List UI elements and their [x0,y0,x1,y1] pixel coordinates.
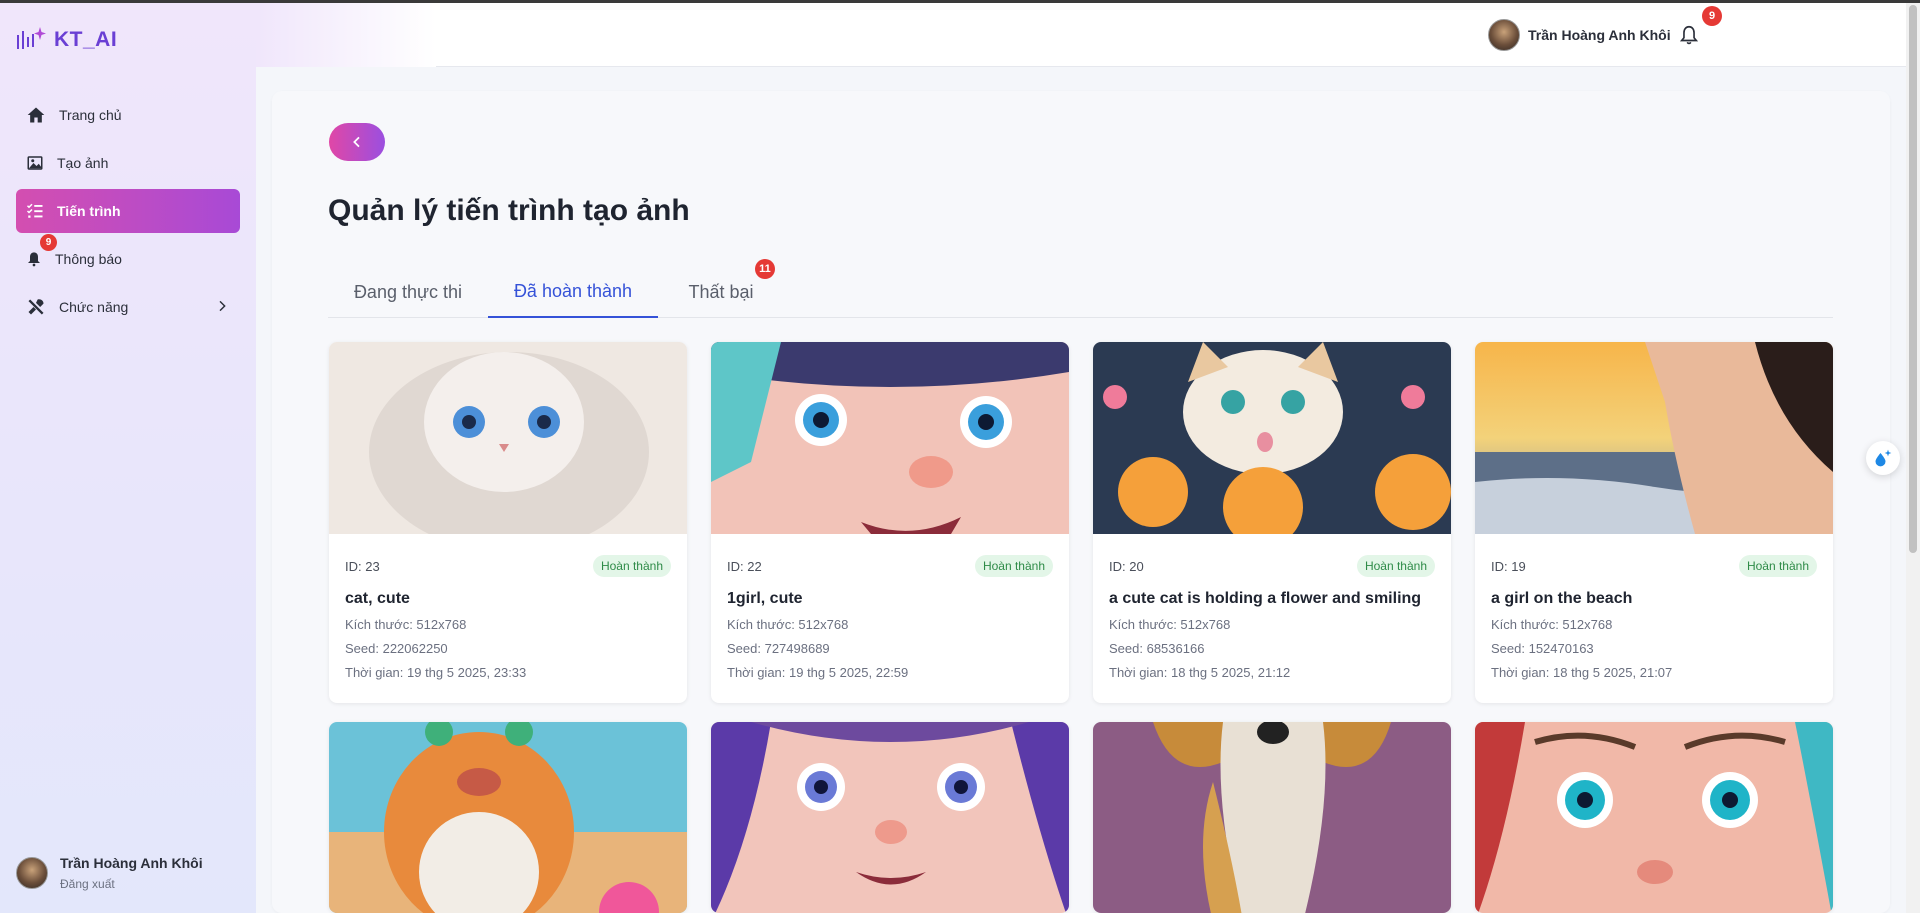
image-card[interactable]: ID: 19 Hoàn thành a girl on the beach Kí… [1475,342,1833,703]
card-seed: Seed: 68536166 [1109,641,1205,656]
sidebar-nav: Trang chủ Tạo ảnh Tiến trình 9 Thông báo… [16,93,240,333]
task-list-icon [26,203,43,218]
image-icon [27,156,43,170]
card-size: Kích thước: 512x768 [345,617,467,632]
card-seed: Seed: 222062250 [345,641,448,656]
image-card[interactable]: ID: 20 Hoàn thành a cute cat is holding … [1093,342,1451,703]
header-gradient [256,3,436,67]
card-title: cat, cute [345,590,410,607]
image-card[interactable]: ID: 23 Hoàn thành cat, cute Kích thước: … [329,342,687,703]
card-seed: Seed: 152470163 [1491,641,1594,656]
ai-assistant-button[interactable] [1866,441,1900,475]
notification-badge: 9 [40,234,57,251]
tools-icon [28,299,44,315]
notification-count-badge: 9 [1702,6,1722,26]
status-badge: Hoàn thành [592,555,671,577]
card-title: a girl on the beach [1491,590,1633,607]
sidebar-user-name: Trần Hoàng Anh Khôi [60,855,203,871]
bell-icon [1679,25,1699,45]
app-logo[interactable]: KT_AI [16,25,117,55]
page-title: Quản lý tiến trình tạo ảnh [328,194,690,227]
sidebar-item-label: Thông báo [55,251,122,267]
sidebar-user[interactable]: Trần Hoàng Anh Khôi Đăng xuất [16,855,203,891]
sidebar-item-label: Tạo ảnh [57,155,109,171]
status-badge: Hoàn thành [1356,555,1435,577]
logo-text: KT_AI [54,28,118,51]
tab-running[interactable]: Đang thực thi [328,266,488,318]
sidebar-item-label: Chức năng [59,299,129,315]
card-size: Kích thước: 512x768 [1109,617,1231,632]
card-thumbnail [1093,722,1451,913]
logo-icon [17,27,46,49]
notification-bell-button[interactable] [1678,23,1700,52]
card-title: 1girl, cute [727,590,803,607]
card-time: Thời gian: 19 thg 5 2025, 23:33 [345,665,527,680]
top-header: Trần Hoàng Anh Khôi 9 [256,3,1906,67]
bell-icon [28,252,40,267]
page-scrollbar[interactable] [1906,3,1920,913]
card-time: Thời gian: 18 thg 5 2025, 21:07 [1491,665,1673,680]
sparkle-drop-icon [1875,449,1892,467]
sidebar-item-label: Tiến trình [57,203,121,219]
card-size: Kích thước: 512x768 [1491,617,1613,632]
card-thumbnail [1475,342,1833,534]
sidebar-item-functions[interactable]: Chức năng [16,285,240,329]
card-thumbnail [711,722,1069,913]
home-icon [27,107,45,123]
sidebar-item-create-image[interactable]: Tạo ảnh [16,141,240,185]
logout-link[interactable]: Đăng xuất [60,877,203,891]
card-thumbnail [329,342,687,552]
card-seed: Seed: 727498689 [727,641,830,656]
sidebar-item-label: Trang chủ [59,107,122,123]
header-user-name: Trần Hoàng Anh Khôi [1528,27,1671,43]
avatar [1488,19,1520,51]
card-thumbnail [329,722,687,913]
avatar [16,857,48,889]
header-user[interactable]: Trần Hoàng Anh Khôi [1488,19,1671,51]
sidebar-item-notifications[interactable]: 9 Thông báo [16,234,240,281]
chevron-left-icon [353,136,360,148]
scrollbar-thumb[interactable] [1909,5,1917,553]
image-card[interactable] [711,722,1069,913]
failed-count-badge: 11 [755,259,775,279]
card-time: Thời gian: 18 thg 5 2025, 21:12 [1109,665,1291,680]
card-title: a cute cat is holding a flower and smili… [1109,590,1422,607]
image-card[interactable] [329,722,687,913]
status-badge: Hoàn thành [1738,555,1817,577]
card-thumbnail [1475,722,1833,913]
image-card[interactable] [1093,722,1451,913]
card-size: Kích thước: 512x768 [727,617,849,632]
chevron-right-icon [219,300,226,312]
back-button[interactable] [329,123,385,161]
card-thumbnail [711,342,1069,534]
sidebar-item-home[interactable]: Trang chủ [16,93,240,137]
tab-bar: Đang thực thi Đã hoàn thành Thất bại 11 [328,259,1833,318]
card-thumbnail [1093,342,1451,547]
tab-completed[interactable]: Đã hoàn thành [488,266,658,318]
image-card[interactable] [1475,722,1833,913]
sidebar-item-progress[interactable]: Tiến trình [16,189,240,233]
image-card[interactable]: ID: 22 Hoàn thành 1girl, cute Kích thước… [711,342,1069,703]
card-time: Thời gian: 19 thg 5 2025, 22:59 [727,665,909,680]
sidebar: KT_AI Trang chủ Tạo ảnh Tiến trình 9 Thô… [0,3,256,913]
status-badge: Hoàn thành [974,555,1053,577]
